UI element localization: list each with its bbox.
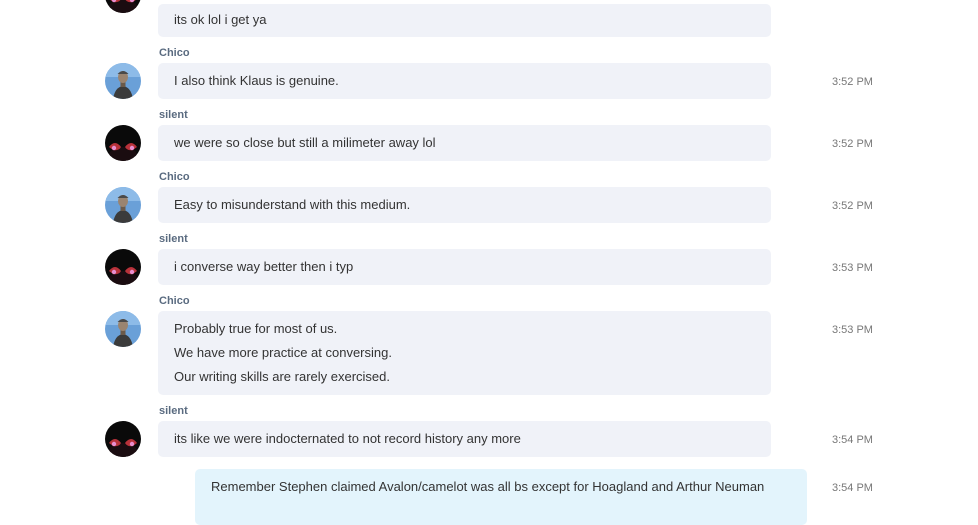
silent-avatar[interactable] — [105, 0, 141, 13]
message-bubble: its like we were indocternated to not re… — [158, 421, 771, 457]
sender-name[interactable]: Chico — [159, 170, 190, 184]
message-text: Remember Stephen claimed Avalon/camelot … — [211, 479, 765, 494]
chico-avatar-image — [105, 187, 141, 223]
message-timestamp: 3:53 PM — [832, 262, 873, 274]
silent-avatar[interactable] — [105, 421, 141, 457]
message-text: we were so close but still a milimeter a… — [174, 135, 436, 150]
message-text: We have more practice at conversing. — [174, 345, 392, 360]
outgoing-message-bubble: Remember Stephen claimed Avalon/camelot … — [195, 469, 807, 525]
silent-avatar-image — [105, 0, 141, 13]
message-timestamp: 3:53 PM — [832, 324, 873, 336]
message-text: its like we were indocternated to not re… — [174, 431, 521, 446]
message-timestamp: 3:54 PM — [832, 434, 873, 446]
chico-avatar[interactable] — [105, 311, 141, 347]
message-bubble: its ok lol i get ya — [158, 4, 771, 37]
chico-avatar-image — [105, 63, 141, 99]
message-bubble: Probably true for most of us. We have mo… — [158, 311, 771, 395]
message-text: i converse way better then i typ — [174, 259, 354, 274]
message-text: I also think Klaus is genuine. — [174, 73, 339, 88]
silent-avatar-image — [105, 421, 141, 457]
sender-name[interactable]: silent — [159, 108, 188, 122]
sender-name[interactable]: silent — [159, 404, 188, 418]
message-bubble: we were so close but still a milimeter a… — [158, 125, 771, 161]
sender-name[interactable]: Chico — [159, 46, 190, 60]
sender-name[interactable]: Chico — [159, 294, 190, 308]
message-timestamp: 3:52 PM — [832, 76, 873, 88]
silent-avatar-image — [105, 249, 141, 285]
chico-avatar[interactable] — [105, 187, 141, 223]
silent-avatar[interactable] — [105, 249, 141, 285]
chico-avatar-image — [105, 311, 141, 347]
message-bubble: Easy to misunderstand with this medium. — [158, 187, 771, 223]
message-timestamp: 3:52 PM — [832, 138, 873, 150]
message-timestamp: 3:54 PM — [832, 482, 873, 494]
chico-avatar[interactable] — [105, 63, 141, 99]
chat-history: its ok lol i get ya Chico I also think K… — [0, 0, 978, 525]
sender-name[interactable]: silent — [159, 232, 188, 246]
message-text: Easy to misunderstand with this medium. — [174, 197, 411, 212]
message-text: Probably true for most of us. — [174, 321, 338, 336]
message-timestamp: 3:52 PM — [832, 200, 873, 212]
message-bubble: I also think Klaus is genuine. — [158, 63, 771, 99]
message-text: Our writing skills are rarely exercised. — [174, 369, 391, 384]
message-text: its ok lol i get ya — [174, 12, 267, 27]
message-bubble: i converse way better then i typ — [158, 249, 771, 285]
silent-avatar-image — [105, 125, 141, 161]
silent-avatar[interactable] — [105, 125, 141, 161]
